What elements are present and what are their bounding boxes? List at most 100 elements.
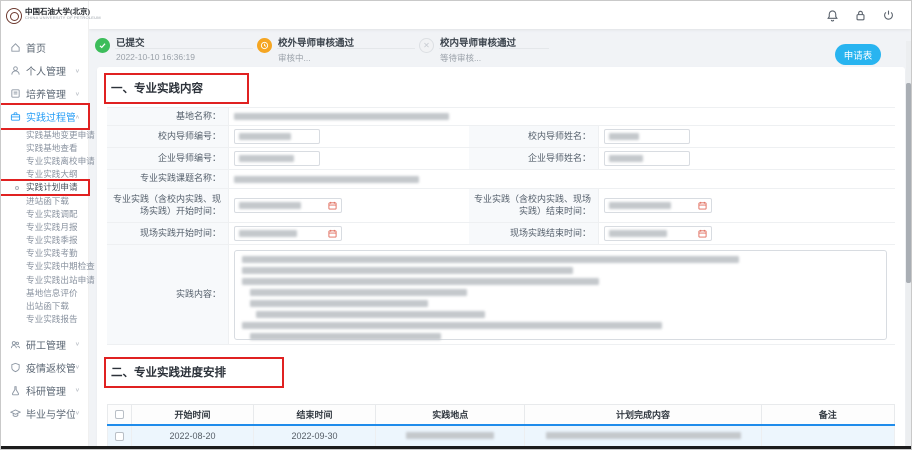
enterprise-tutor-no-input[interactable] — [234, 151, 320, 166]
sidebar-item-label: 科研管理 — [26, 383, 75, 398]
col-header-remark: 备注 — [761, 405, 894, 425]
col-header-plan: 计划完成内容 — [525, 405, 761, 425]
redacted-value — [239, 155, 294, 162]
sidebar: 中国石油大学(北京) CHINA UNIVERSITY OF PETROLEUM… — [1, 1, 89, 449]
redacted-value — [250, 289, 467, 296]
submenu-item-label: 实践计划申请 — [26, 181, 78, 193]
graduation-icon — [10, 408, 21, 419]
power-icon[interactable] — [882, 9, 895, 22]
cell-start: 2022-08-20 — [132, 425, 254, 447]
section2-annotation-box: 二、专业实践进度安排 — [104, 357, 284, 388]
step-title: 校外导师审核通过 — [278, 35, 354, 49]
redacted-value — [242, 267, 573, 274]
chevron-up-icon: ∧ — [75, 113, 80, 119]
submenu-item[interactable]: 实践基地查看 — [1, 141, 88, 154]
step-internal-tutor-review: ✕ 校内导师审核通过 等待审核... — [419, 35, 516, 64]
redacted-value — [234, 176, 419, 183]
submenu-item[interactable]: 专业实践考勤 — [1, 247, 88, 260]
base-name-value[interactable] — [229, 108, 895, 126]
section1-annotation-box: 一、专业实践内容 — [104, 73, 249, 104]
submenu-item-practice-plan-application[interactable]: 实践计划申请 — [1, 181, 88, 194]
submenu-item[interactable]: 专业实践季报 — [1, 234, 88, 247]
redacted-value — [256, 311, 485, 318]
base-name-label: 基地名称： — [107, 108, 229, 126]
submenu-item[interactable]: 专业实践月报 — [1, 220, 88, 233]
step-title: 已提交 — [116, 35, 195, 49]
internal-tutor-name-input[interactable] — [604, 129, 690, 144]
practice-end-date-input[interactable] — [604, 198, 712, 213]
redacted-value — [609, 230, 667, 237]
vertical-scrollbar[interactable] — [906, 41, 911, 449]
practice-content-textarea[interactable] — [234, 250, 887, 340]
select-all-checkbox[interactable] — [115, 410, 124, 419]
redacted-value — [546, 432, 741, 439]
enterprise-tutor-name-input[interactable] — [604, 151, 690, 166]
submenu-item[interactable]: 专业实践调配 — [1, 207, 88, 220]
sidebar-item-label: 首页 — [26, 40, 80, 55]
sidebar-item-epidemic-return[interactable]: 疫情返校管理 ∨ — [1, 356, 88, 379]
sidebar-item-label: 培养管理 — [26, 86, 75, 101]
submenu-item[interactable]: 进站函下载 — [1, 194, 88, 207]
practice-end-label: 专业实践（含校内实践、现场实践）结束时间： — [469, 189, 599, 223]
redacted-value — [239, 202, 301, 209]
topic-name-value[interactable] — [229, 170, 895, 189]
sidebar-item-graduation-degree[interactable]: 毕业与学位 ∨ — [1, 402, 88, 425]
submenu-item[interactable]: 专业实践大纲 — [1, 168, 88, 181]
sidebar-item-home[interactable]: 首页 — [1, 36, 88, 59]
flask-icon — [10, 385, 21, 396]
submenu-item[interactable]: 专业实践出站申请 — [1, 273, 88, 286]
col-header-end: 结束时间 — [253, 405, 375, 425]
calendar-icon — [328, 229, 337, 238]
redacted-value — [234, 113, 449, 120]
briefcase-icon — [10, 111, 21, 122]
submenu-item-label: 专业实践离校申请 — [26, 155, 95, 167]
chevron-down-icon: ∨ — [75, 364, 80, 370]
onsite-start-date-input[interactable] — [234, 226, 342, 241]
section1-title: 一、专业实践内容 — [111, 83, 203, 95]
submenu-item-label: 实践基地变更申请 — [26, 129, 95, 141]
chevron-down-icon: ∨ — [75, 341, 80, 347]
main-content: 已提交 2022-10-10 16:36:19 校外导师审核通过 审核中... … — [89, 29, 911, 449]
redacted-value — [609, 202, 671, 209]
lock-icon[interactable] — [854, 9, 867, 22]
submenu-item[interactable]: 专业实践离校申请 — [1, 154, 88, 167]
submenu-item[interactable]: 基地信息评价 — [1, 286, 88, 299]
onsite-end-label: 现场实践结束时间： — [469, 223, 599, 245]
sidebar-item-scientific-research[interactable]: 科研管理 ∨ — [1, 379, 88, 402]
clock-icon — [257, 38, 272, 53]
submenu-item-label: 实践基地查看 — [26, 142, 78, 154]
enterprise-tutor-no-label: 企业导师编号： — [107, 148, 229, 170]
submenu-item[interactable]: 专业实践报告 — [1, 313, 88, 326]
redacted-value — [250, 333, 441, 340]
practice-start-date-input[interactable] — [234, 198, 342, 213]
submenu-item-label: 出站函下载 — [26, 300, 69, 312]
sidebar-item-practice-management[interactable]: 实践过程管理 ∧ — [1, 105, 88, 128]
submenu-item[interactable]: 出站函下载 — [1, 299, 88, 312]
chevron-down-icon: ∨ — [75, 410, 80, 416]
scrollbar-thumb[interactable] — [906, 83, 911, 283]
submenu-item[interactable]: 实践基地变更申请 — [1, 128, 88, 141]
sidebar-item-personal[interactable]: 个人管理 ∨ — [1, 59, 88, 82]
chevron-down-icon: ∨ — [75, 387, 80, 393]
practice-submenu: 实践基地变更申请 实践基地查看 专业实践离校申请 专业实践大纲 实践计划申请 进… — [1, 128, 88, 326]
sidebar-item-training[interactable]: 培养管理 ∨ — [1, 82, 88, 105]
internal-tutor-no-input[interactable] — [234, 129, 320, 144]
university-logo: 中国石油大学(北京) CHINA UNIVERSITY OF PETROLEUM — [1, 1, 88, 28]
check-icon — [95, 38, 110, 53]
onsite-end-date-input[interactable] — [604, 226, 712, 241]
submenu-item-label: 进站函下载 — [26, 195, 69, 207]
step-title: 校内导师审核通过 — [440, 35, 516, 49]
col-header-start: 开始时间 — [132, 405, 254, 425]
submenu-item-label: 专业实践报告 — [26, 313, 78, 325]
row-checkbox[interactable] — [115, 432, 124, 441]
step-connector — [115, 48, 253, 49]
redacted-value — [239, 230, 297, 237]
submenu-item-label: 专业实践考勤 — [26, 247, 78, 259]
redacted-value — [242, 256, 739, 263]
sidebar-item-research-work[interactable]: 研工管理 ∨ — [1, 333, 88, 356]
bell-icon[interactable] — [826, 9, 839, 22]
application-form-button[interactable]: 申请表 — [835, 44, 881, 65]
redacted-value — [250, 300, 428, 307]
schedule-table-header-row: 开始时间 结束时间 实践地点 计划完成内容 备注 — [108, 405, 895, 425]
submenu-item[interactable]: 专业实践中期检查 — [1, 260, 88, 273]
